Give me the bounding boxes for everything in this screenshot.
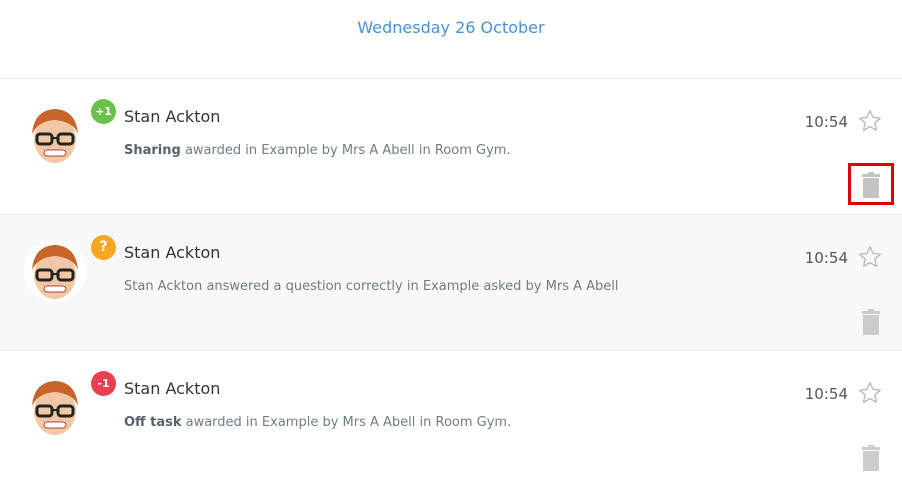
activity-description: Sharing awarded in Example by Mrs A Abel… (124, 143, 511, 158)
avatar (24, 104, 86, 166)
activity-feed-page: Wednesday 26 October +1 Stan Ackton Shar… (0, 0, 902, 478)
timestamp: 10:54 (804, 385, 848, 403)
feed-item: +1 Stan Ackton Sharing awarded in Exampl… (0, 79, 902, 215)
avatar (24, 376, 86, 438)
trash-icon[interactable] (860, 309, 882, 335)
star-icon[interactable] (857, 108, 883, 134)
description-text: awarded in Example by Mrs A Abell in Roo… (180, 143, 511, 158)
activity-description: Off task awarded in Example by Mrs A Abe… (124, 415, 511, 430)
points-badge: +1 (91, 99, 116, 124)
delete-highlight-box (848, 163, 894, 205)
description-text: Stan Ackton answered a question correctl… (124, 279, 619, 294)
description-text: awarded in Example by Mrs A Abell in Roo… (181, 415, 512, 430)
date-label: Wednesday 26 October (357, 18, 545, 37)
star-icon[interactable] (857, 380, 883, 406)
student-name: Stan Ackton (124, 107, 221, 126)
timestamp: 10:54 (804, 113, 848, 131)
student-name: Stan Ackton (124, 379, 221, 398)
behaviour-label: Off task (124, 415, 182, 430)
student-name: Stan Ackton (124, 243, 221, 262)
activity-description: Stan Ackton answered a question correctl… (124, 279, 619, 294)
timestamp: 10:54 (804, 249, 848, 267)
trash-icon[interactable] (860, 445, 882, 471)
date-header: Wednesday 26 October (0, 0, 902, 79)
feed-item: -1 Stan Ackton Off task awarded in Examp… (0, 351, 902, 478)
star-icon[interactable] (857, 244, 883, 270)
question-badge: ? (91, 235, 116, 260)
feed-item: ? Stan Ackton Stan Ackton answered a que… (0, 215, 902, 351)
behaviour-label: Sharing (124, 143, 181, 158)
trash-icon[interactable] (860, 172, 882, 198)
avatar (24, 240, 86, 302)
points-badge: -1 (91, 371, 116, 396)
